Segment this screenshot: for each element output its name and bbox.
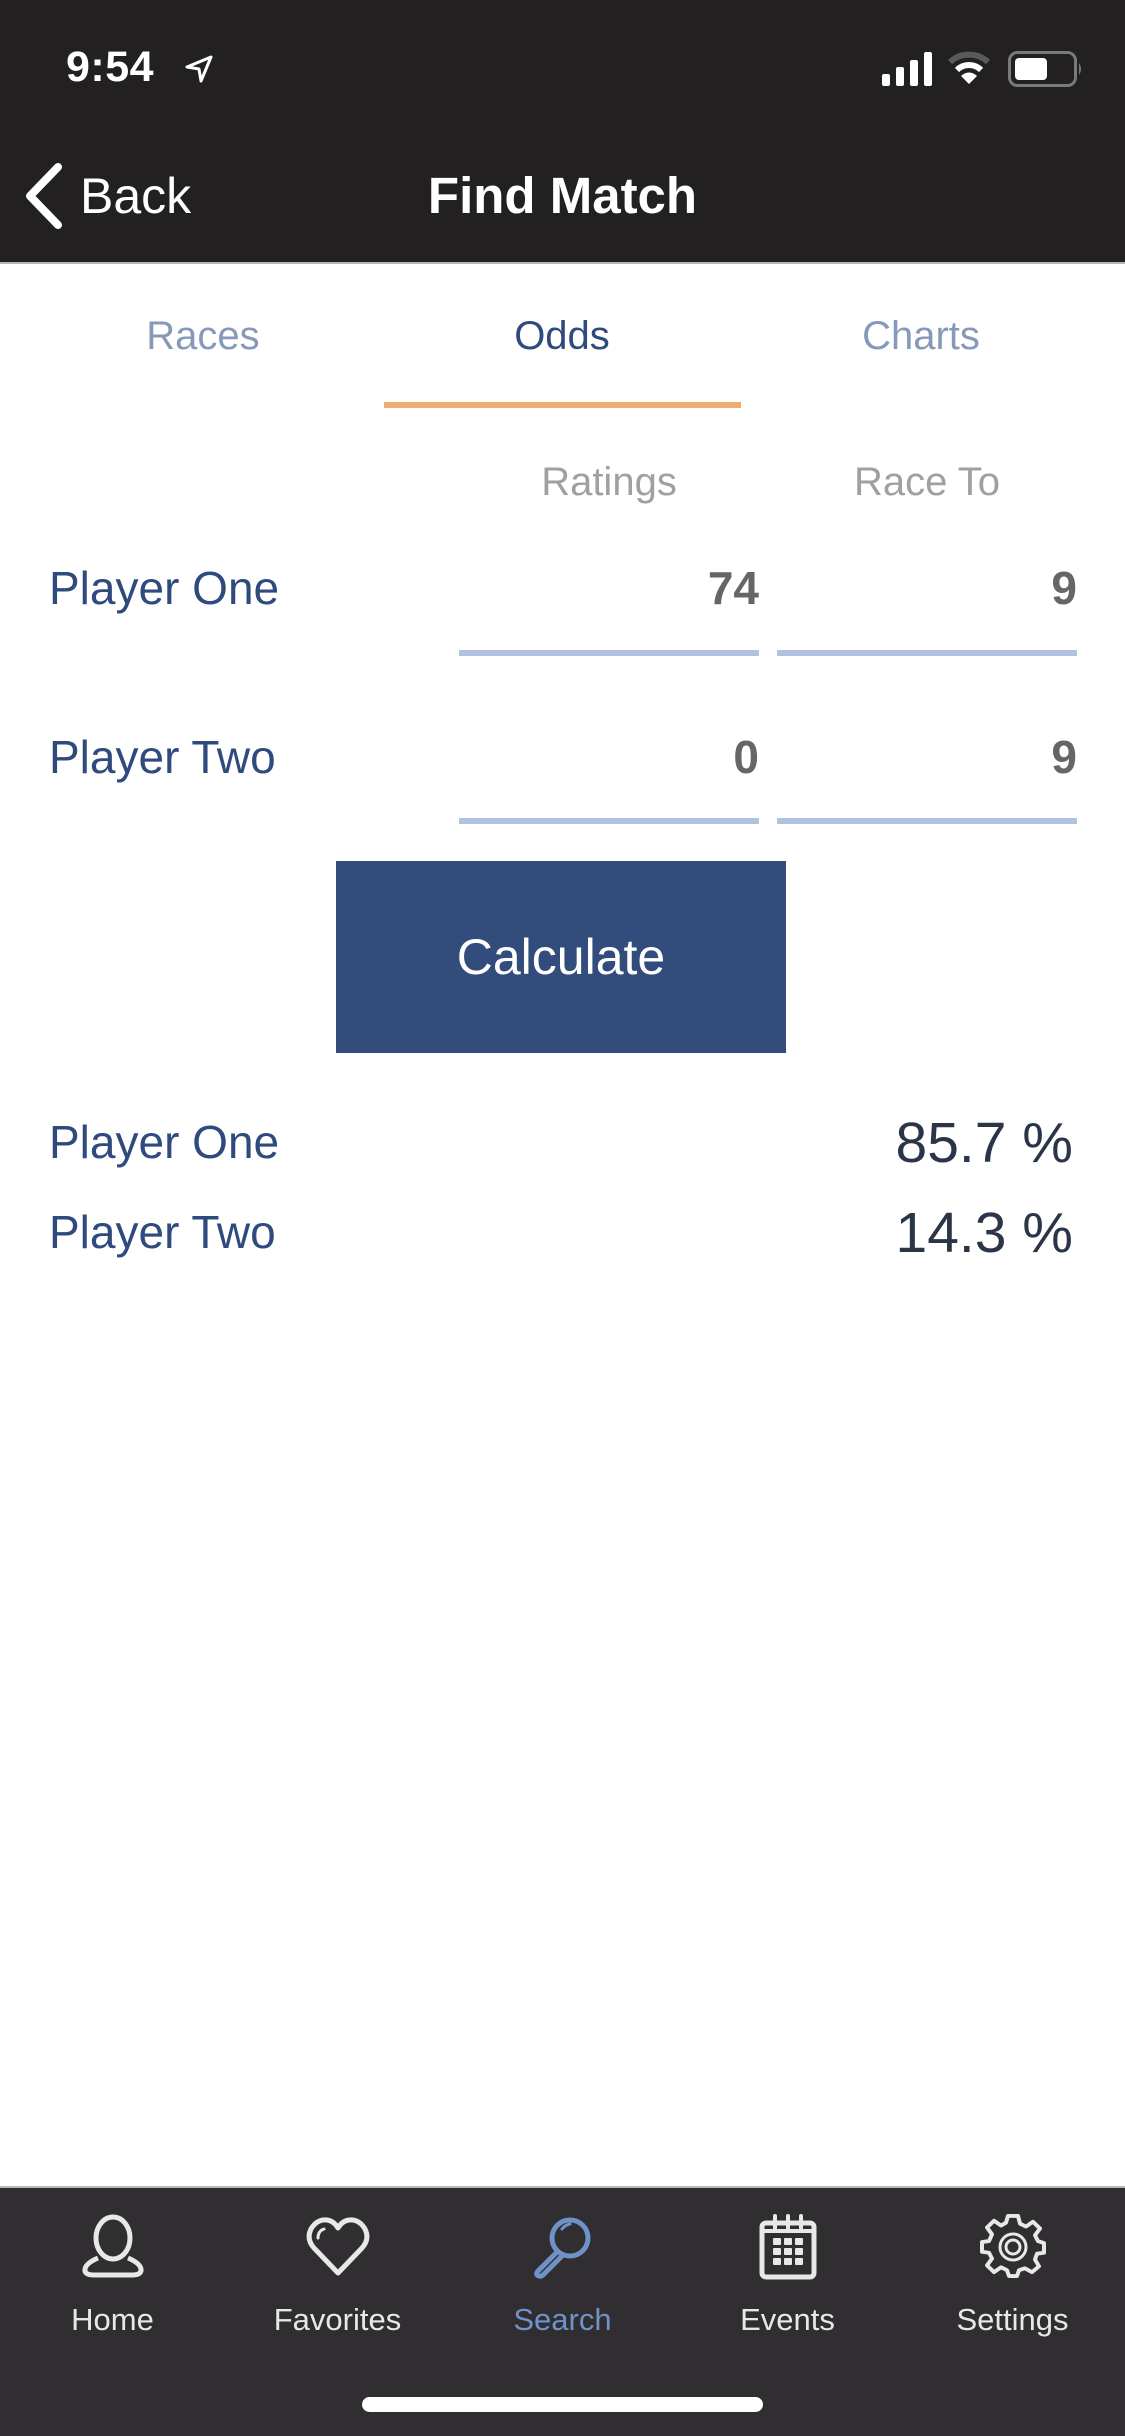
player-one-label: Player One [49,562,280,614]
location-arrow-icon [185,55,213,83]
tabbar-label-events: Events [740,2302,835,2337]
active-tab-indicator [384,402,741,408]
status-time: 9:54 [66,43,155,91]
tabbar-label-home: Home [71,2302,154,2337]
wifi-icon [948,51,990,84]
tabbar-item-settings[interactable]: Settings [900,2208,1125,2358]
tab-odds[interactable]: Odds [383,306,741,366]
player-two-rating-input[interactable] [459,727,759,787]
tabbar-item-events[interactable]: Events [675,2208,900,2358]
tabbar-label-settings: Settings [956,2302,1069,2337]
search-icon [534,2217,591,2279]
input-underline [459,650,759,656]
player-one-rating-input[interactable] [459,558,759,618]
result-player-one-value: 85.7 % [895,1111,1073,1175]
navigation-header: 9:54 Back Find Match [0,0,1125,264]
calendar-icon [759,2214,817,2280]
result-player-two-label: Player Two [49,1206,276,1258]
player-two-race-to-input[interactable] [777,727,1077,787]
column-header-ratings: Ratings [541,460,677,504]
tab-races[interactable]: Races [24,306,382,366]
tabbar-label-search: Search [513,2302,612,2337]
page-title: Find Match [427,167,698,224]
tabbar-item-favorites[interactable]: Favorites [225,2208,450,2358]
person-icon [82,2214,144,2278]
cellular-signal-icon [882,52,932,86]
player-one-race-to-input[interactable] [777,558,1077,618]
input-underline [777,650,1077,656]
home-indicator[interactable] [362,2397,763,2412]
tabbar-item-home[interactable]: Home [0,2208,225,2358]
input-underline [777,818,1077,824]
heart-icon [306,2217,370,2276]
tabbar-item-search[interactable]: Search [450,2208,675,2358]
calculate-button[interactable]: Calculate [336,861,786,1053]
result-player-two-value: 14.3 % [895,1201,1073,1265]
input-underline [459,818,759,824]
gear-icon [980,2214,1046,2278]
player-two-label: Player Two [49,731,276,783]
tabbar-label-favorites: Favorites [273,2302,402,2337]
battery-icon [1008,51,1081,87]
tab-charts[interactable]: Charts [742,306,1100,366]
result-player-one-label: Player One [49,1116,280,1168]
column-header-race-to: Race To [853,460,1000,504]
